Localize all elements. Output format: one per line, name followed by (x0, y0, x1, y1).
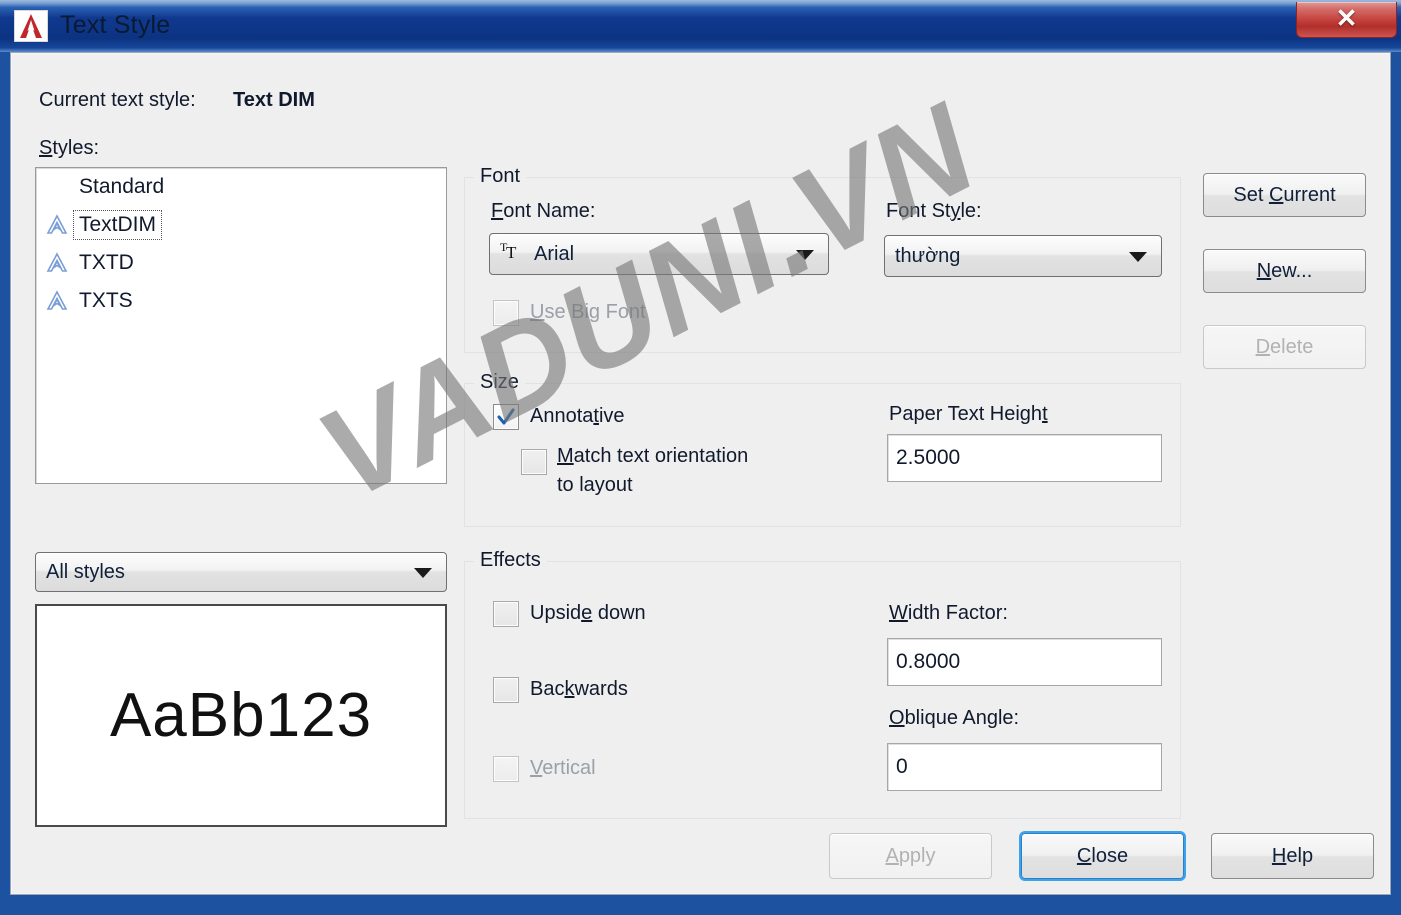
annotative-icon (44, 212, 70, 238)
font-name-dropdown[interactable]: T T Arial (489, 233, 829, 275)
help-label: Help (1271, 844, 1314, 867)
close-label: Close (1076, 844, 1129, 867)
current-text-style-label: Current text style: (39, 89, 196, 111)
close-glyph: ✕ (1335, 3, 1358, 33)
oblique-angle-input[interactable]: 0 (887, 743, 1162, 791)
upside-down-label: Upside down (530, 602, 646, 624)
match-orientation-label-line2: to layout (557, 474, 633, 496)
set-current-button[interactable]: Set Current (1203, 173, 1366, 217)
close-icon[interactable]: ✕ (1296, 2, 1397, 38)
use-big-font-checkbox[interactable] (493, 300, 519, 326)
set-current-label: Set Current (1233, 183, 1336, 206)
width-factor-label: Width Factor: (889, 602, 1008, 624)
chevron-down-icon (796, 250, 814, 260)
font-name-label: Font Name: (491, 200, 596, 222)
styles-label: Styles: (39, 137, 100, 159)
font-style-value: thường (895, 244, 961, 267)
text-style-dialog-window: Text Style ✕ Current text style: Text DI… (0, 0, 1401, 915)
current-text-style-value: Text DIM (233, 89, 315, 111)
screenshot-root: Text Style ✕ Current text style: Text DI… (0, 0, 1401, 915)
style-name: TextDIM (72, 210, 163, 240)
backwards-checkbox[interactable] (493, 677, 519, 703)
upside-down-checkbox[interactable] (493, 601, 519, 627)
paper-text-height-input[interactable]: 2.5000 (887, 434, 1162, 482)
styles-filter-dropdown[interactable]: All styles (35, 552, 447, 592)
use-big-font-label: Use Big Font (530, 301, 646, 323)
annotative-label: Annotative (530, 405, 625, 427)
style-name: TXTS (79, 289, 133, 312)
dialog-client-area: Current text style: Text DIM Styles: Sta… (10, 52, 1391, 895)
backwards-label: Backwards (530, 678, 628, 700)
font-group-title: Font (474, 165, 527, 188)
list-item[interactable]: TXTD (36, 244, 446, 282)
styles-filter-value: All styles (46, 560, 125, 583)
annotative-icon (44, 288, 70, 314)
title-bar: Text Style ✕ (0, 0, 1401, 52)
apply-button[interactable]: Apply (829, 833, 992, 879)
new-style-button[interactable]: New... (1203, 249, 1366, 293)
chevron-down-icon (1129, 252, 1147, 262)
annotative-icon (44, 250, 70, 276)
paper-text-height-label: Paper Text Height (889, 403, 1048, 425)
effects-group-title: Effects (474, 549, 547, 572)
svg-text:T: T (506, 243, 517, 262)
help-button[interactable]: Help (1211, 833, 1374, 879)
font-style-dropdown[interactable]: thường (884, 235, 1162, 277)
list-item[interactable]: TextDIM (36, 206, 446, 244)
styles-listbox[interactable]: Standard TextDIM TXTD TXTS (35, 167, 447, 484)
oblique-angle-label: Oblique Angle: (889, 707, 1020, 729)
delete-style-label: Delete (1255, 335, 1314, 358)
list-item[interactable]: Standard (36, 168, 446, 206)
style-name: TXTD (79, 251, 134, 274)
style-name: Standard (79, 175, 165, 198)
chevron-down-icon (414, 568, 432, 578)
font-style-label: Font Style: (886, 200, 982, 222)
vertical-label: Vertical (530, 757, 596, 779)
match-orientation-checkbox[interactable] (521, 449, 547, 475)
preview-sample-text: AaBb123 (109, 681, 373, 750)
annotative-checkbox[interactable] (493, 404, 519, 430)
list-item[interactable]: TXTS (36, 282, 446, 320)
autocad-a-logo-icon (14, 10, 48, 42)
style-preview-panel: AaBb123 (35, 604, 447, 827)
size-group-title: Size (474, 371, 525, 394)
font-name-value: T T Arial (490, 240, 574, 268)
width-factor-input[interactable]: 0.8000 (887, 638, 1162, 686)
new-style-label: New... (1256, 259, 1313, 282)
delete-style-button[interactable]: Delete (1203, 325, 1366, 369)
truetype-icon: T T (500, 240, 526, 268)
close-button[interactable]: Close (1021, 833, 1184, 879)
vertical-checkbox[interactable] (493, 756, 519, 782)
window-title: Text Style (60, 11, 171, 39)
match-orientation-label: Match text orientation (557, 445, 749, 467)
apply-label: Apply (885, 844, 936, 867)
